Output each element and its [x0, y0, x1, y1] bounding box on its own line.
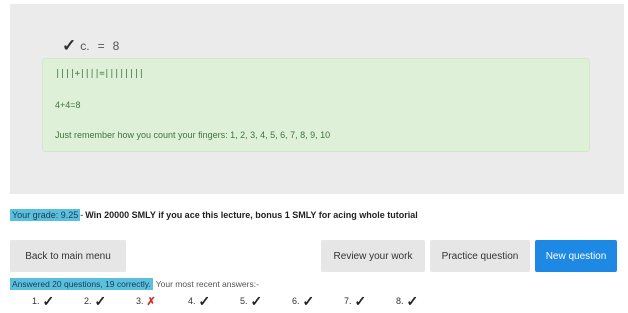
grade-separator: -: [80, 210, 84, 220]
check-icon: ✓: [62, 36, 77, 55]
recent-answer-number: 8.: [396, 296, 404, 306]
back-to-main-menu-button[interactable]: Back to main menu: [10, 240, 126, 272]
check-icon: ✓: [406, 292, 419, 309]
recent-answer-item: 2. ✓: [84, 293, 136, 310]
answer-value: 8: [112, 39, 120, 53]
review-your-work-button[interactable]: Review your work: [321, 240, 425, 272]
recent-answer-item: 3. ✗: [136, 295, 188, 308]
recent-answer-number: 3.: [136, 296, 144, 306]
check-icon: ✓: [42, 292, 55, 309]
check-icon: ✓: [354, 292, 367, 309]
recent-answer-item: 1. ✓: [32, 293, 84, 310]
practice-question-button[interactable]: Practice question: [430, 240, 530, 272]
selected-answer: ✓ c. = 8: [62, 36, 119, 56]
check-icon: ✓: [94, 292, 107, 309]
answer-option-letter: c.: [80, 39, 90, 53]
grade-badge: Your grade: 9.25: [10, 209, 81, 221]
recent-answer-item: 5. ✓: [240, 293, 292, 310]
tally-explanation: ||||+||||=||||||||: [55, 69, 144, 79]
recent-answer-item: 4. ✓: [188, 293, 240, 310]
grade-row: Your grade: 9.25 - Win 20000 SMLY if you…: [10, 209, 418, 221]
hint-text: Just remember how you count your fingers…: [55, 130, 331, 140]
recent-answer-item: 8. ✓: [396, 293, 448, 310]
recent-answer-number: 6.: [292, 296, 300, 306]
new-question-button[interactable]: New question: [535, 240, 617, 272]
recent-answer-item: 7. ✓: [344, 293, 396, 310]
answered-stats: Answered 20 questions, 19 correctly. You…: [10, 278, 259, 290]
cross-icon: ✗: [146, 295, 156, 308]
recent-answer-item: 6. ✓: [292, 293, 344, 310]
check-icon: ✓: [302, 292, 315, 309]
equals-sign: =: [97, 39, 105, 53]
equation-explanation: 4+4=8: [55, 100, 81, 110]
check-icon: ✓: [198, 292, 211, 309]
check-icon: ✓: [250, 292, 263, 309]
answered-count: Answered 20 questions, 19 correctly.: [10, 278, 153, 290]
recent-answers-list: 1. ✓ 2. ✓ 3. ✗ 4. ✓ 5. ✓ 6. ✓ 7. ✓ 8. ✓: [32, 293, 448, 309]
recent-answer-number: 4.: [188, 296, 196, 306]
promo-text: Win 20000 SMLY if you ace this lecture, …: [85, 210, 418, 220]
explanation-box: ||||+||||=|||||||| 4+4=8 Just remember h…: [42, 58, 590, 152]
recent-answer-number: 2.: [84, 296, 92, 306]
recent-answer-number: 1.: [32, 296, 40, 306]
recent-answer-number: 5.: [240, 296, 248, 306]
recent-answers-label: Your most recent answers:-: [155, 279, 259, 289]
recent-answer-number: 7.: [344, 296, 352, 306]
